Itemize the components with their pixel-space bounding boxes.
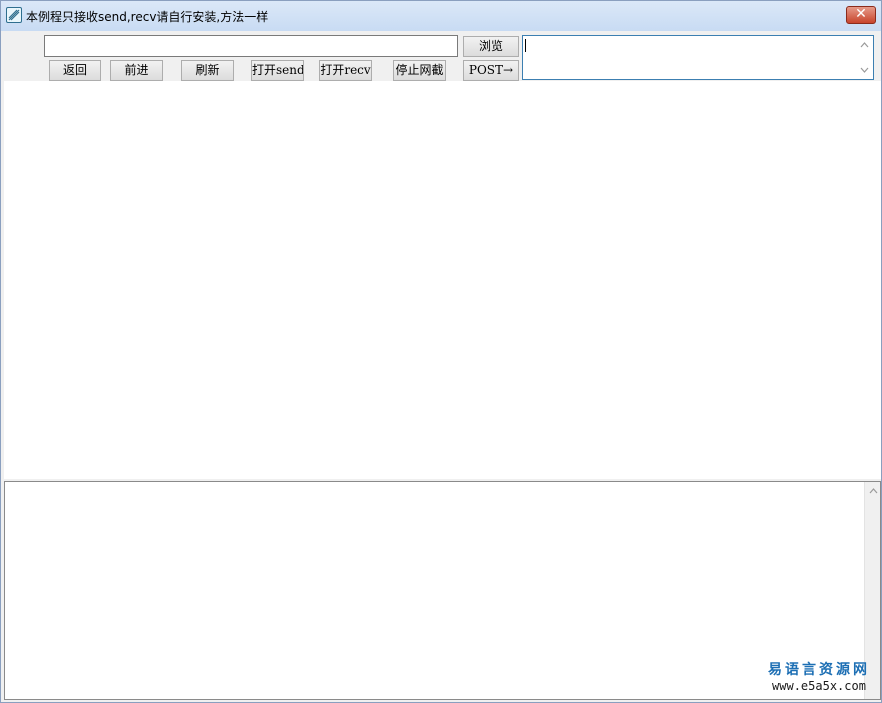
chevron-up-icon[interactable] bbox=[865, 484, 881, 500]
main-window: 本例程只接收send,recv请自行安装,方法一样 ✕ 浏览 返回 前进 刷新 … bbox=[0, 0, 882, 703]
watermark-site-name: 易语言资源网 bbox=[768, 662, 870, 678]
window-title: 本例程只接收send,recv请自行安装,方法一样 bbox=[26, 10, 269, 24]
url-input[interactable] bbox=[44, 35, 458, 57]
site-watermark: 易语言资源网 www.e5a5x.com bbox=[768, 659, 870, 693]
web-browser-view[interactable] bbox=[4, 81, 881, 479]
chevron-down-icon[interactable] bbox=[856, 63, 872, 79]
close-icon: ✕ bbox=[855, 6, 867, 22]
app-icon bbox=[6, 7, 22, 23]
back-button[interactable]: 返回 bbox=[49, 60, 101, 81]
packet-log-textbox[interactable]: 易语言资源网 www.e5a5x.com bbox=[4, 481, 881, 700]
open-recv-button[interactable]: 打开recv bbox=[319, 60, 372, 81]
watermark-site-url: www.e5a5x.com bbox=[772, 679, 866, 693]
chevron-up-icon[interactable] bbox=[856, 38, 872, 54]
post-data-scrollbar[interactable] bbox=[856, 37, 872, 78]
stop-capture-button[interactable]: 停止网截 bbox=[393, 60, 446, 81]
title-bar[interactable]: 本例程只接收send,recv请自行安装,方法一样 ✕ bbox=[1, 1, 881, 31]
browse-button[interactable]: 浏览 bbox=[463, 36, 519, 57]
open-send-button[interactable]: 打开send bbox=[251, 60, 304, 81]
post-data-textbox[interactable] bbox=[522, 35, 874, 80]
close-button[interactable]: ✕ bbox=[846, 6, 876, 24]
text-caret bbox=[525, 39, 526, 52]
post-button[interactable]: POST→ bbox=[463, 60, 519, 81]
forward-button[interactable]: 前进 bbox=[110, 60, 163, 81]
refresh-button[interactable]: 刷新 bbox=[181, 60, 234, 81]
